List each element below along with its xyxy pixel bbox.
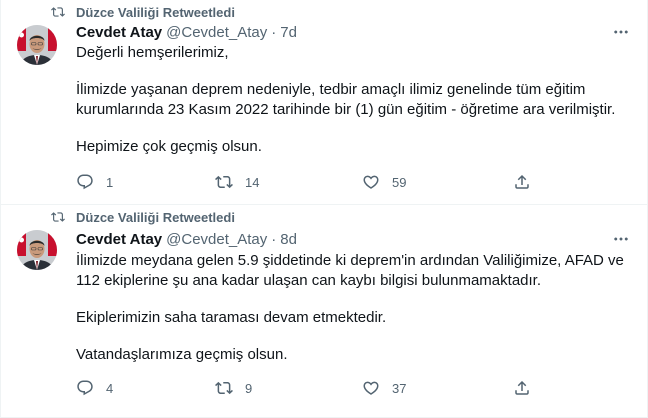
like-count: 37 <box>392 380 407 396</box>
tweet-paragraph: İlimizde yaşanan deprem nedeniyle, tedbi… <box>76 81 616 118</box>
retweet-button[interactable]: 14 <box>215 172 259 192</box>
author-name[interactable]: Cevdet Atay <box>76 24 162 41</box>
tweet-timestamp[interactable]: 7d <box>280 24 297 41</box>
more-options-button[interactable] <box>611 229 631 249</box>
tweet-actions: 1 14 59 <box>76 172 631 192</box>
tweet-content: Cevdet Atay @Cevdet_Atay · 7d Değerli he… <box>76 22 631 157</box>
retweet-button[interactable]: 9 <box>215 378 252 398</box>
like-count: 59 <box>392 174 407 190</box>
tweet-text: Değerli hemşerilerimiz, İlimizde yaşanan… <box>76 43 631 157</box>
retweet-context: Düzce Valiliği Retweetledi <box>51 209 235 225</box>
tweet-actions: 4 9 37 <box>76 378 631 398</box>
tweet[interactable]: Düzce Valiliği Retweetledi Cevdet Atay @… <box>1 205 647 418</box>
retweet-context: Düzce Valiliği Retweetledi <box>51 4 235 20</box>
profile-photo <box>17 230 57 270</box>
more-icon <box>614 30 628 34</box>
share-icon <box>515 380 529 395</box>
more-icon <box>614 237 628 241</box>
separator-dot: · <box>271 23 277 41</box>
share-icon <box>515 174 529 189</box>
author-handle[interactable]: @Cevdet_Atay <box>166 24 267 41</box>
timeline: Düzce Valiliği Retweetledi Cevdet Atay @… <box>0 0 648 418</box>
retweet-icon <box>215 381 233 395</box>
tweet-header: Cevdet Atay @Cevdet_Atay · 7d <box>76 22 631 42</box>
tweet-paragraph: Hepimize çok geçmiş olsun. <box>76 138 262 155</box>
retweet-icon <box>51 7 65 17</box>
retweeted-by-label[interactable]: Düzce Valiliği Retweetledi <box>76 210 235 225</box>
reply-icon <box>77 380 93 396</box>
author-name[interactable]: Cevdet Atay <box>76 231 162 248</box>
reply-button[interactable]: 4 <box>76 378 113 398</box>
retweet-count: 14 <box>245 174 260 190</box>
heart-icon <box>363 175 379 189</box>
tweet-header: Cevdet Atay @Cevdet_Atay · 8d <box>76 229 631 249</box>
like-button[interactable]: 37 <box>362 378 406 398</box>
retweeted-by-label[interactable]: Düzce Valiliği Retweetledi <box>76 5 235 20</box>
tweet-paragraph: Değerli hemşerilerimiz, <box>76 44 229 61</box>
reply-icon <box>77 174 93 190</box>
retweet-icon <box>51 212 65 222</box>
tweet[interactable]: Düzce Valiliği Retweetledi Cevdet Atay @… <box>1 0 647 205</box>
heart-icon <box>363 381 379 395</box>
tweet-paragraph: İlimizde meydana gelen 5.9 şiddetinde ki… <box>76 252 624 289</box>
reply-count: 1 <box>106 174 114 190</box>
tweet-paragraph: Vatandaşlarımıza geçmiş olsun. <box>76 346 288 363</box>
profile-photo <box>17 25 57 65</box>
author-handle[interactable]: @Cevdet_Atay <box>166 231 267 248</box>
tweet-text: İlimizde meydana gelen 5.9 şiddetinde ki… <box>76 251 631 365</box>
tweet-content: Cevdet Atay @Cevdet_Atay · 8d İlimizde m… <box>76 229 631 365</box>
retweet-count: 9 <box>245 380 253 396</box>
reply-button[interactable]: 1 <box>76 172 113 192</box>
share-button[interactable] <box>513 172 531 192</box>
avatar[interactable] <box>17 230 57 270</box>
like-button[interactable]: 59 <box>362 172 406 192</box>
more-options-button[interactable] <box>611 22 631 42</box>
retweet-icon <box>215 175 233 189</box>
reply-count: 4 <box>106 380 114 396</box>
tweet-paragraph: Ekiplerimizin saha taraması devam etmekt… <box>76 309 387 326</box>
separator-dot: · <box>271 230 277 248</box>
tweet-timestamp[interactable]: 8d <box>280 231 297 248</box>
share-button[interactable] <box>513 378 531 398</box>
avatar[interactable] <box>17 25 57 65</box>
